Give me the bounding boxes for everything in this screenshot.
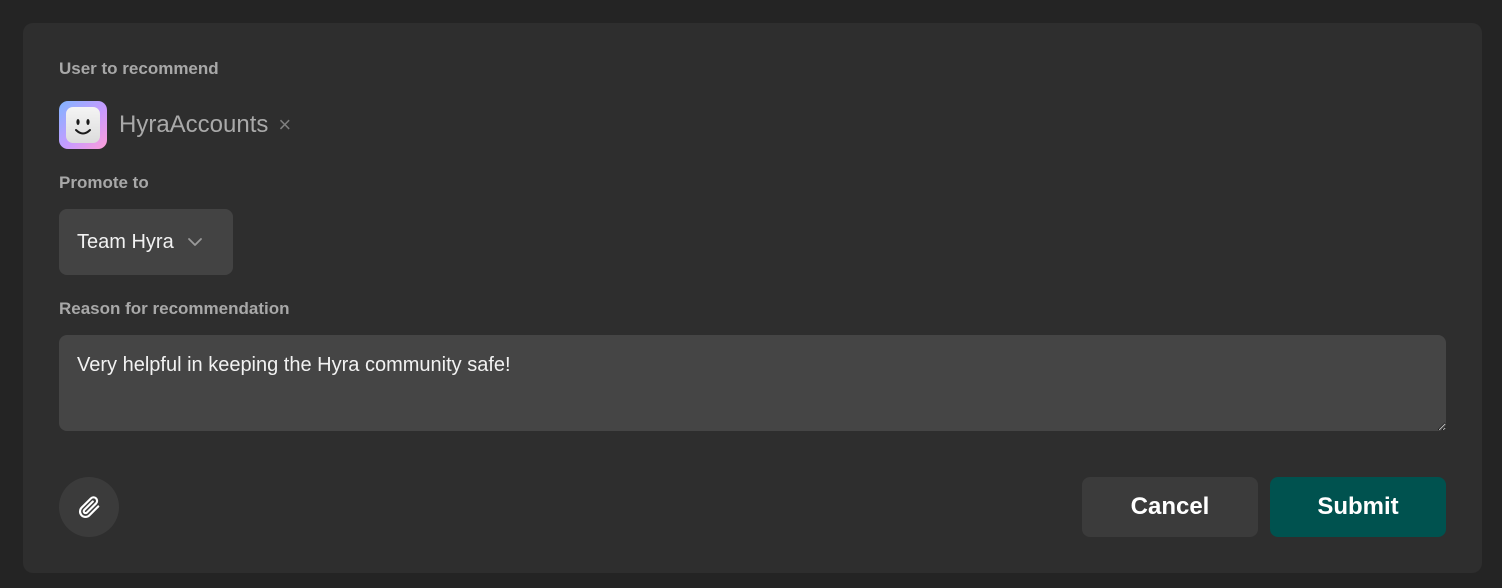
reason-label: Reason for recommendation [59, 299, 290, 318]
attach-button[interactable] [59, 477, 119, 537]
selected-user: HyraAccounts × [59, 101, 291, 149]
promote-to-value: Team Hyra [77, 230, 174, 253]
promote-to-dropdown[interactable]: Team Hyra [59, 209, 233, 275]
username: HyraAccounts [119, 111, 269, 138]
user-to-recommend-label: User to recommend [59, 59, 219, 78]
roblox-avatar-icon [66, 107, 100, 143]
promote-to-label: Promote to [59, 173, 149, 192]
chevron-down-icon [187, 238, 202, 246]
recommendation-form: User to recommend HyraAccounts × Promote… [23, 23, 1482, 573]
reason-textarea[interactable]: Very helpful in keeping the Hyra communi… [59, 335, 1446, 431]
remove-user-icon[interactable]: × [278, 114, 291, 136]
paperclip-icon [78, 496, 100, 518]
cancel-button[interactable]: Cancel [1082, 477, 1258, 537]
submit-button[interactable]: Submit [1270, 477, 1446, 537]
avatar [59, 101, 107, 149]
